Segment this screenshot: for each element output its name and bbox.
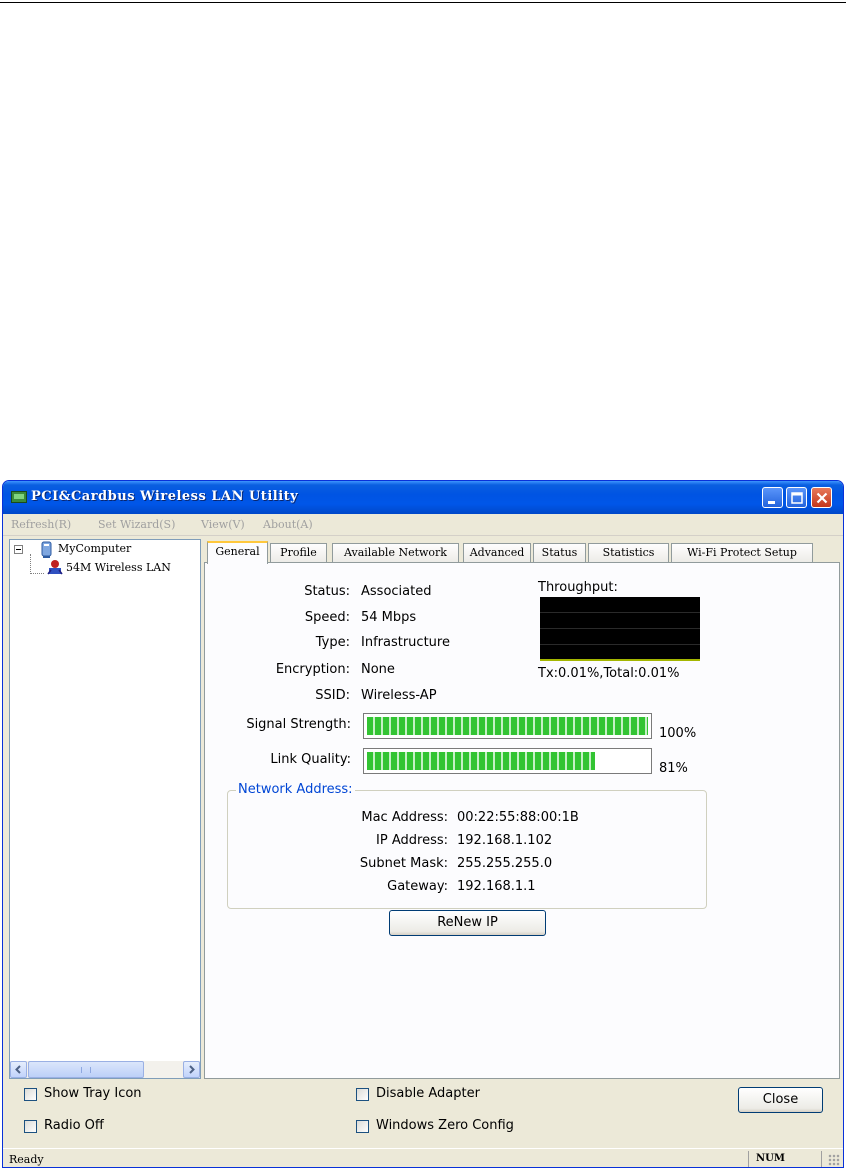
title-bar[interactable]: PCI&Cardbus Wireless LAN Utility: [3, 481, 843, 514]
gateway-label: Gateway:: [387, 879, 448, 894]
encryption-label: Encryption:: [275, 662, 350, 677]
signal-strength-percent: 100%: [659, 726, 697, 741]
radio-off-checkbox[interactable]: [24, 1120, 37, 1133]
close-window-button[interactable]: [811, 487, 832, 508]
tab-profile[interactable]: Profile: [270, 543, 327, 563]
tree-horizontal-scrollbar[interactable]: [10, 1061, 200, 1078]
status-bar: Ready NUM: [3, 1148, 843, 1167]
general-tab-panel: Status: Associated Speed: 54 Mbps Type: …: [204, 562, 840, 1079]
signal-strength-fill: [367, 717, 648, 735]
mac-address-value: 00:22:55:88:00:1B: [457, 810, 579, 825]
type-value: Infrastructure: [361, 635, 450, 650]
renew-ip-button[interactable]: ReNew IP: [389, 910, 546, 936]
link-quality-bar: [363, 748, 652, 774]
menu-set-wizard[interactable]: Set Wizard(S): [98, 518, 175, 531]
throughput-graph: [540, 597, 700, 661]
tree-collapse-toggle[interactable]: [14, 545, 23, 554]
scroll-left-button[interactable]: [10, 1061, 27, 1078]
computer-icon: [41, 541, 52, 558]
graph-gridline: [540, 644, 700, 645]
network-address-group: Network Address: Mac Address: 00:22:55:8…: [227, 782, 707, 909]
tree-connector: [30, 573, 44, 574]
close-icon: [816, 492, 828, 504]
scroll-right-button[interactable]: [183, 1061, 200, 1078]
ip-address-label: IP Address:: [376, 833, 448, 848]
close-button[interactable]: Close: [738, 1087, 823, 1113]
ssid-value: Wireless-AP: [361, 688, 437, 703]
network-card-icon: [11, 491, 27, 503]
tab-general[interactable]: General: [207, 541, 268, 564]
utility-window: PCI&Cardbus Wireless LAN Utility Refresh…: [2, 480, 844, 1168]
disable-adapter-checkbox[interactable]: [356, 1088, 369, 1101]
resize-grip[interactable]: [828, 1154, 840, 1166]
show-tray-icon-checkbox[interactable]: [24, 1088, 37, 1101]
status-separator: [821, 1151, 822, 1167]
menu-view[interactable]: View(V): [201, 518, 245, 531]
status-text: Ready: [9, 1153, 44, 1166]
subnet-mask-label: Subnet Mask:: [359, 856, 448, 871]
minimize-button[interactable]: [762, 487, 783, 508]
ip-address-value: 192.168.1.102: [457, 833, 553, 848]
tab-status[interactable]: Status: [533, 543, 586, 563]
signal-strength-label: Signal Strength:: [246, 717, 351, 732]
link-quality-label: Link Quality:: [270, 752, 351, 767]
minimize-icon: [768, 501, 775, 504]
maximize-icon: [791, 492, 803, 504]
chevron-left-icon: [15, 1065, 21, 1074]
tab-advanced[interactable]: Advanced: [463, 543, 531, 563]
windows-zero-config-checkbox[interactable]: [356, 1120, 369, 1133]
tab-statistics[interactable]: Statistics: [588, 543, 669, 563]
network-address-title: Network Address:: [236, 782, 355, 797]
tab-available-network[interactable]: Available Network: [332, 543, 459, 563]
disable-adapter-label: Disable Adapter: [376, 1086, 480, 1101]
encryption-value: None: [361, 662, 395, 677]
speed-value: 54 Mbps: [361, 610, 417, 625]
status-separator: [748, 1151, 749, 1167]
link-quality-fill: [367, 752, 595, 770]
menu-bar: Refresh(R) Set Wizard(S) View(V) About(A…: [3, 514, 843, 536]
tree-item-mycomputer[interactable]: MyComputer: [58, 542, 131, 555]
tab-wifi-protect-setup[interactable]: Wi-Fi Protect Setup: [671, 543, 813, 563]
ssid-label: SSID:: [315, 688, 350, 703]
radio-off-label: Radio Off: [44, 1118, 104, 1133]
scroll-grip: [81, 1067, 91, 1073]
subnet-mask-value: 255.255.255.0: [457, 856, 553, 871]
status-value: Associated: [361, 584, 432, 599]
signal-strength-bar: [363, 713, 652, 739]
scroll-thumb[interactable]: [28, 1061, 144, 1078]
menu-refresh[interactable]: Refresh(R): [11, 518, 71, 531]
maximize-button[interactable]: [786, 487, 807, 508]
graph-gridline: [540, 628, 700, 629]
throughput-value: Tx:0.01%,Total:0.01%: [538, 666, 680, 681]
menu-about[interactable]: About(A): [263, 518, 313, 531]
page-top-rule: [0, 2, 846, 3]
windows-zero-config-label: Windows Zero Config: [376, 1118, 514, 1133]
chevron-right-icon: [189, 1065, 195, 1074]
status-label: Status:: [304, 584, 350, 599]
window-title: PCI&Cardbus Wireless LAN Utility: [31, 489, 299, 504]
tree-item-wireless-lan[interactable]: 54M Wireless LAN: [66, 561, 171, 574]
throughput-label: Throughput:: [538, 580, 618, 595]
tree-connector: [30, 554, 31, 574]
gateway-value: 192.168.1.1: [457, 879, 536, 894]
speed-label: Speed:: [304, 610, 350, 625]
wireless-adapter-icon: [47, 560, 63, 575]
num-lock-indicator: NUM: [756, 1153, 785, 1164]
device-tree: MyComputer 54M Wireless LAN: [9, 539, 201, 1079]
link-quality-percent: 81%: [659, 761, 688, 776]
show-tray-icon-label: Show Tray Icon: [44, 1086, 142, 1101]
type-label: Type:: [315, 635, 350, 650]
mac-address-label: Mac Address:: [361, 810, 448, 825]
graph-gridline: [540, 612, 700, 613]
